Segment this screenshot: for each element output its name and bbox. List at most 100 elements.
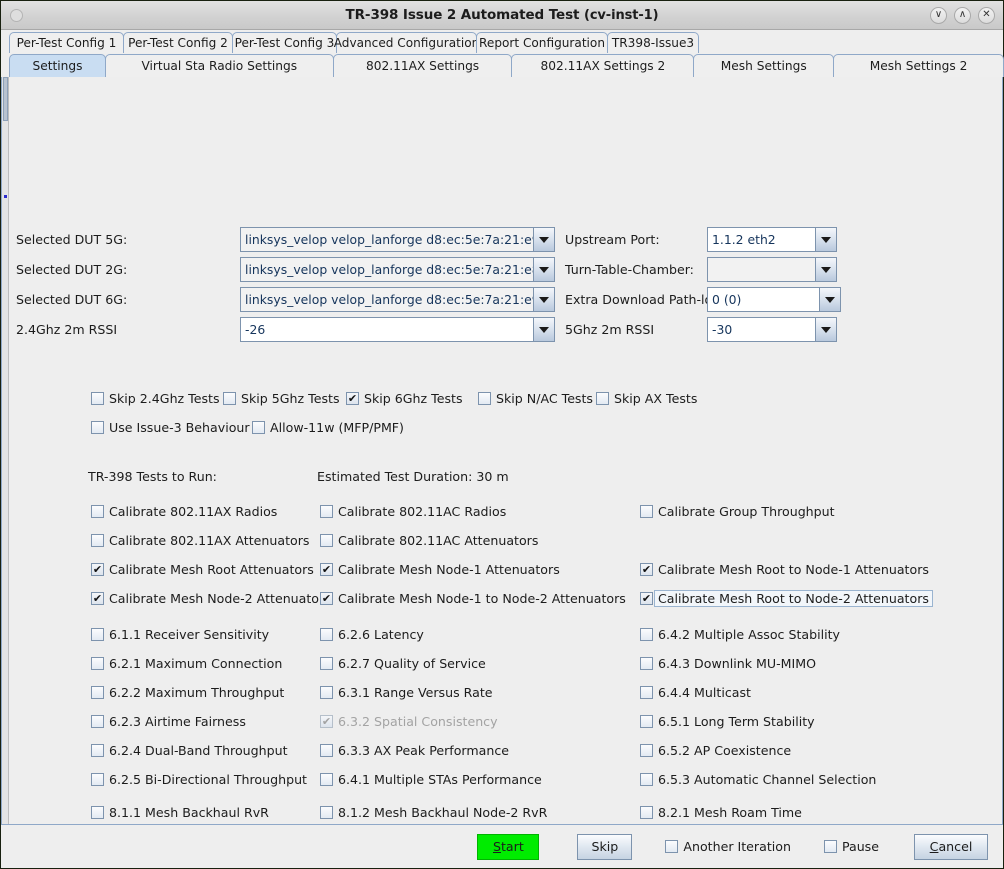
tab-mesh-settings-2[interactable]: Mesh Settings 2	[833, 54, 1004, 77]
checkbox-box[interactable]	[320, 534, 333, 547]
dropdown-selected-dut-5g[interactable]: linksys_velop velop_lanforge d8:ec:5e:7a…	[240, 227, 555, 252]
checkbox-box[interactable]	[596, 392, 609, 405]
checkbox-box[interactable]	[91, 744, 104, 757]
dropdown-extra-download-path-loss[interactable]: 0 (0)	[707, 287, 841, 312]
chevron-down-icon[interactable]	[533, 228, 554, 251]
checkbox-6-4-4-multicast[interactable]: 6.4.4 Multicast	[640, 685, 751, 700]
checkbox-calibrate-802-11ax-radios[interactable]: Calibrate 802.11AX Radios	[91, 504, 277, 519]
checkbox-8-2-1-mesh-roam-time[interactable]: 8.2.1 Mesh Roam Time	[640, 805, 802, 820]
checkbox-6-2-6-latency[interactable]: 6.2.6 Latency	[320, 627, 424, 642]
checkbox-box[interactable]	[320, 806, 333, 819]
checkbox-calibrate-mesh-root-to-node-2-attenuators[interactable]: ✔ Calibrate Mesh Root to Node-2 Attenuato…	[640, 590, 933, 607]
checkbox-box[interactable]	[320, 657, 333, 670]
tab-802-11ax-settings-2[interactable]: 802.11AX Settings 2	[511, 54, 695, 77]
checkbox-box[interactable]	[640, 505, 653, 518]
checkbox-box[interactable]: ✔	[320, 715, 333, 728]
chevron-down-icon[interactable]	[533, 288, 554, 311]
pause-box[interactable]	[823, 840, 837, 853]
checkbox-box[interactable]: ✔	[640, 563, 653, 576]
checkbox-6-3-2-spatial-consistency[interactable]: ✔ 6.3.2 Spatial Consistency	[320, 714, 498, 729]
checkbox-box[interactable]	[640, 773, 653, 786]
checkbox-8-1-1-mesh-backhaul-rvr[interactable]: 8.1.1 Mesh Backhaul RvR	[91, 805, 269, 820]
minimize-icon[interactable]: ∨	[930, 6, 947, 24]
tab-per-test-config-1[interactable]: Per-Test Config 1	[9, 32, 124, 53]
checkbox-calibrate-802-11ac-radios[interactable]: Calibrate 802.11AC Radios	[320, 504, 506, 519]
tab-virtual-sta-radio-settings[interactable]: Virtual Sta Radio Settings	[104, 54, 334, 77]
checkbox-6-5-1-long-term-stability[interactable]: 6.5.1 Long Term Stability	[640, 714, 815, 729]
pause-checkbox[interactable]: Pause	[823, 839, 879, 854]
dropdown-selected-dut-2g[interactable]: linksys_velop velop_lanforge d8:ec:5e:7a…	[240, 257, 555, 282]
checkbox-6-2-2-maximum-throughput[interactable]: 6.2.2 Maximum Throughput	[91, 685, 284, 700]
checkbox-box[interactable]	[320, 628, 333, 641]
checkbox-box[interactable]: ✔	[91, 592, 104, 605]
dropdown-turn-table-chamber[interactable]	[707, 257, 837, 282]
checkbox-6-2-3-airtime-fairness[interactable]: 6.2.3 Airtime Fairness	[91, 714, 246, 729]
checkbox-box[interactable]: ✔	[320, 563, 333, 576]
tab-per-test-config-3[interactable]: Per-Test Config 3	[232, 32, 337, 53]
dropdown-5ghz-2m-rssi[interactable]: -30	[707, 317, 837, 342]
tab-settings[interactable]: Settings	[9, 54, 106, 77]
start-button[interactable]: Start	[477, 833, 540, 860]
checkbox-skip-ax-tests[interactable]: Skip AX Tests	[596, 391, 697, 406]
checkbox-calibrate-mesh-root-attenuators[interactable]: ✔ Calibrate Mesh Root Attenuators	[91, 562, 314, 577]
checkbox-8-1-2-mesh-backhaul-node-2-rvr[interactable]: 8.1.2 Mesh Backhaul Node-2 RvR	[320, 805, 547, 820]
checkbox-box[interactable]	[91, 715, 104, 728]
checkbox-box[interactable]	[91, 534, 104, 547]
chevron-down-icon[interactable]	[815, 318, 836, 341]
checkbox-box[interactable]	[91, 505, 104, 518]
vertical-scrollbar[interactable]	[2, 77, 9, 824]
tab-report-configuration[interactable]: Report Configuration	[476, 32, 608, 53]
checkbox-skip-2-4ghz-tests[interactable]: Skip 2.4Ghz Tests	[91, 391, 220, 406]
checkbox-box[interactable]	[640, 628, 653, 641]
checkbox-6-5-3-automatic-channel-selection[interactable]: 6.5.3 Automatic Channel Selection	[640, 772, 876, 787]
checkbox-calibrate-802-11ac-attenuators[interactable]: Calibrate 802.11AC Attenuators	[320, 533, 538, 548]
checkbox-6-3-3-ax-peak-performance[interactable]: 6.3.3 AX Peak Performance	[320, 743, 509, 758]
checkbox-box[interactable]	[320, 744, 333, 757]
checkbox-use-issue-3-behaviour[interactable]: Use Issue-3 Behaviour	[91, 420, 250, 435]
tab-mesh-settings[interactable]: Mesh Settings	[693, 54, 835, 77]
checkbox-6-4-1-multiple-stas-performance[interactable]: 6.4.1 Multiple STAs Performance	[320, 772, 542, 787]
checkbox-6-4-3-downlink-mu-mimo[interactable]: 6.4.3 Downlink MU-MIMO	[640, 656, 816, 671]
checkbox-6-2-1-maximum-connection[interactable]: 6.2.1 Maximum Connection	[91, 656, 282, 671]
checkbox-box[interactable]	[320, 773, 333, 786]
checkbox-box[interactable]	[91, 806, 104, 819]
chevron-down-icon[interactable]	[819, 288, 840, 311]
checkbox-calibrate-mesh-node-1-attenuators[interactable]: ✔ Calibrate Mesh Node-1 Attenuators	[320, 562, 560, 577]
checkbox-6-3-1-range-versus-rate[interactable]: 6.3.1 Range Versus Rate	[320, 685, 493, 700]
checkbox-box[interactable]: ✔	[640, 592, 653, 605]
checkbox-6-4-2-multiple-assoc-stability[interactable]: 6.4.2 Multiple Assoc Stability	[640, 627, 840, 642]
close-icon[interactable]: ✕	[978, 6, 995, 24]
tab-per-test-config-2[interactable]: Per-Test Config 2	[123, 32, 233, 53]
checkbox-calibrate-group-throughput[interactable]: Calibrate Group Throughput	[640, 504, 835, 519]
checkbox-box[interactable]	[91, 392, 104, 405]
checkbox-calibrate-802-11ax-attenuators[interactable]: Calibrate 802.11AX Attenuators	[91, 533, 309, 548]
checkbox-box[interactable]: ✔	[91, 563, 104, 576]
checkbox-allow-11w-mfp-pmf[interactable]: Allow-11w (MFP/PMF)	[252, 420, 404, 435]
skip-button[interactable]: Skip	[577, 833, 633, 860]
checkbox-box[interactable]	[91, 773, 104, 786]
tab-tr398-issue3[interactable]: TR398-Issue3	[607, 32, 699, 53]
tab-advanced-configuration[interactable]: Advanced Configuration	[334, 32, 479, 53]
dropdown-2-4ghz-2m-rssi[interactable]: -26	[240, 317, 555, 342]
another-iteration-checkbox[interactable]: Another Iteration	[665, 839, 791, 854]
checkbox-box[interactable]	[91, 657, 104, 670]
checkbox-6-2-4-dual-band-throughput[interactable]: 6.2.4 Dual-Band Throughput	[91, 743, 288, 758]
chevron-down-icon[interactable]	[533, 318, 554, 341]
checkbox-6-5-2-ap-coexistence[interactable]: 6.5.2 AP Coexistence	[640, 743, 791, 758]
checkbox-box[interactable]	[223, 392, 236, 405]
checkbox-box[interactable]	[252, 421, 265, 434]
cancel-button[interactable]: Cancel	[914, 833, 988, 860]
checkbox-box[interactable]	[478, 392, 491, 405]
checkbox-box[interactable]	[320, 505, 333, 518]
maximize-icon[interactable]: ∧	[954, 6, 971, 24]
scrollbar-thumb[interactable]	[3, 77, 8, 121]
chevron-down-icon[interactable]	[533, 258, 554, 281]
checkbox-6-1-1-receiver-sensitivity[interactable]: 6.1.1 Receiver Sensitivity	[91, 627, 269, 642]
checkbox-box[interactable]	[91, 628, 104, 641]
checkbox-skip-6ghz-tests[interactable]: ✔ Skip 6Ghz Tests	[346, 391, 463, 406]
checkbox-box[interactable]	[91, 686, 104, 699]
checkbox-box[interactable]	[640, 657, 653, 670]
chevron-down-icon[interactable]	[815, 258, 836, 281]
checkbox-box[interactable]	[640, 806, 653, 819]
checkbox-box[interactable]: ✔	[320, 592, 333, 605]
